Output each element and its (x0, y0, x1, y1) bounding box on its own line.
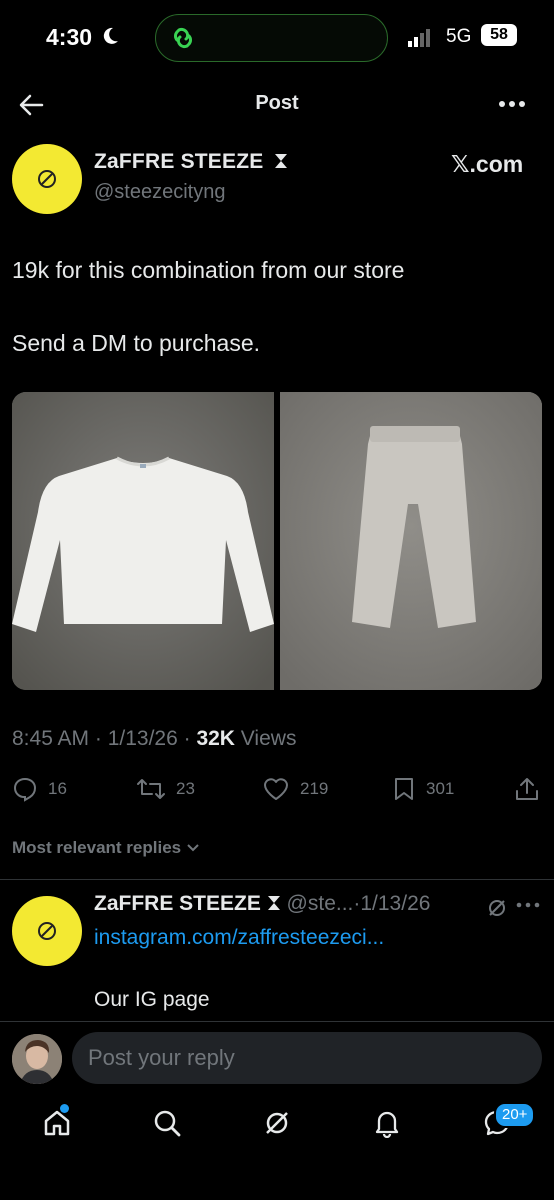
reply-text: Our IG page (94, 988, 210, 1011)
author-avatar[interactable] (12, 144, 82, 214)
hourglass-icon (274, 154, 287, 168)
reply-handle-date: @ste...·1/13/26 (280, 892, 431, 915)
divider (0, 879, 554, 880)
reply-icon (13, 777, 37, 802)
views-label: Views (234, 727, 297, 750)
search-icon[interactable] (152, 1108, 182, 1138)
replies-filter-label: Most relevant replies (12, 838, 182, 857)
reply-author-avatar[interactable] (12, 896, 82, 966)
x-logo: 𝕏.com (451, 151, 524, 177)
status-time: 4:30 (46, 24, 93, 50)
post-timestamp: 8:45 AM · 1/13/26 · (12, 727, 197, 750)
network-label: 5G (446, 26, 472, 47)
author-name[interactable]: ZaFFRE STEEZE (94, 150, 288, 174)
reply-link[interactable]: instagram.com/zaffresteezeci... (94, 926, 384, 950)
post-image-sweatshirt[interactable] (12, 392, 274, 690)
post-image-sweatpants[interactable] (280, 392, 542, 690)
post-text-line2: Send a DM to purchase. (12, 330, 261, 356)
sweatshirt-illustration (12, 392, 274, 690)
reply-author-name: ZaFFRE STEEZE (94, 892, 261, 915)
sweatpants-illustration (280, 392, 542, 690)
reply-button[interactable]: 16 (12, 776, 67, 802)
reply-count: 16 (48, 779, 67, 798)
replies-filter[interactable]: Most relevant replies (12, 838, 200, 858)
repost-icon (137, 779, 165, 799)
repost-count: 23 (176, 779, 195, 798)
heart-icon (264, 778, 288, 800)
home-notification-dot (60, 1104, 69, 1113)
link-icon (174, 27, 192, 49)
user-avatar[interactable] (12, 1034, 62, 1084)
signal-icon (408, 29, 430, 47)
author-handle[interactable]: @steezecityng (94, 181, 225, 204)
messages-badge: 20+ (494, 1102, 536, 1128)
views-count: 32K (196, 727, 235, 750)
reply-input[interactable]: Post your reply (72, 1032, 542, 1084)
bookmark-button[interactable]: 301 (392, 776, 454, 802)
grok-icon[interactable] (262, 1108, 292, 1138)
page-title: Post (255, 92, 299, 114)
reply-more-icon[interactable] (516, 898, 540, 912)
bell-icon[interactable] (372, 1108, 402, 1138)
share-icon (516, 778, 538, 800)
post-meta: 8:45 AM · 1/13/26 · 32K Views (12, 727, 296, 751)
like-button[interactable]: 219 (262, 776, 328, 802)
avatar-logo-icon (38, 922, 56, 940)
grok-icon[interactable] (486, 897, 508, 919)
post-text-line1: 19k for this combination from our store (12, 257, 405, 283)
avatar-logo-icon (38, 170, 56, 188)
reply-header[interactable]: ZaFFRE STEEZE @ste...·1/13/26 (94, 892, 430, 916)
author-name-text: ZaFFRE STEEZE (94, 150, 264, 173)
battery-indicator: 58 (481, 24, 517, 46)
share-button[interactable] (514, 776, 540, 802)
user-avatar-image (12, 1034, 62, 1084)
repost-button[interactable]: 23 (136, 776, 195, 802)
more-icon[interactable] (498, 96, 526, 112)
home-icon[interactable] (42, 1108, 72, 1138)
bookmark-count: 301 (426, 779, 455, 798)
moon-icon (103, 27, 118, 44)
hourglass-icon (267, 896, 280, 910)
bookmark-icon (395, 778, 413, 800)
chevron-down-icon (187, 844, 199, 852)
like-count: 219 (300, 779, 329, 798)
